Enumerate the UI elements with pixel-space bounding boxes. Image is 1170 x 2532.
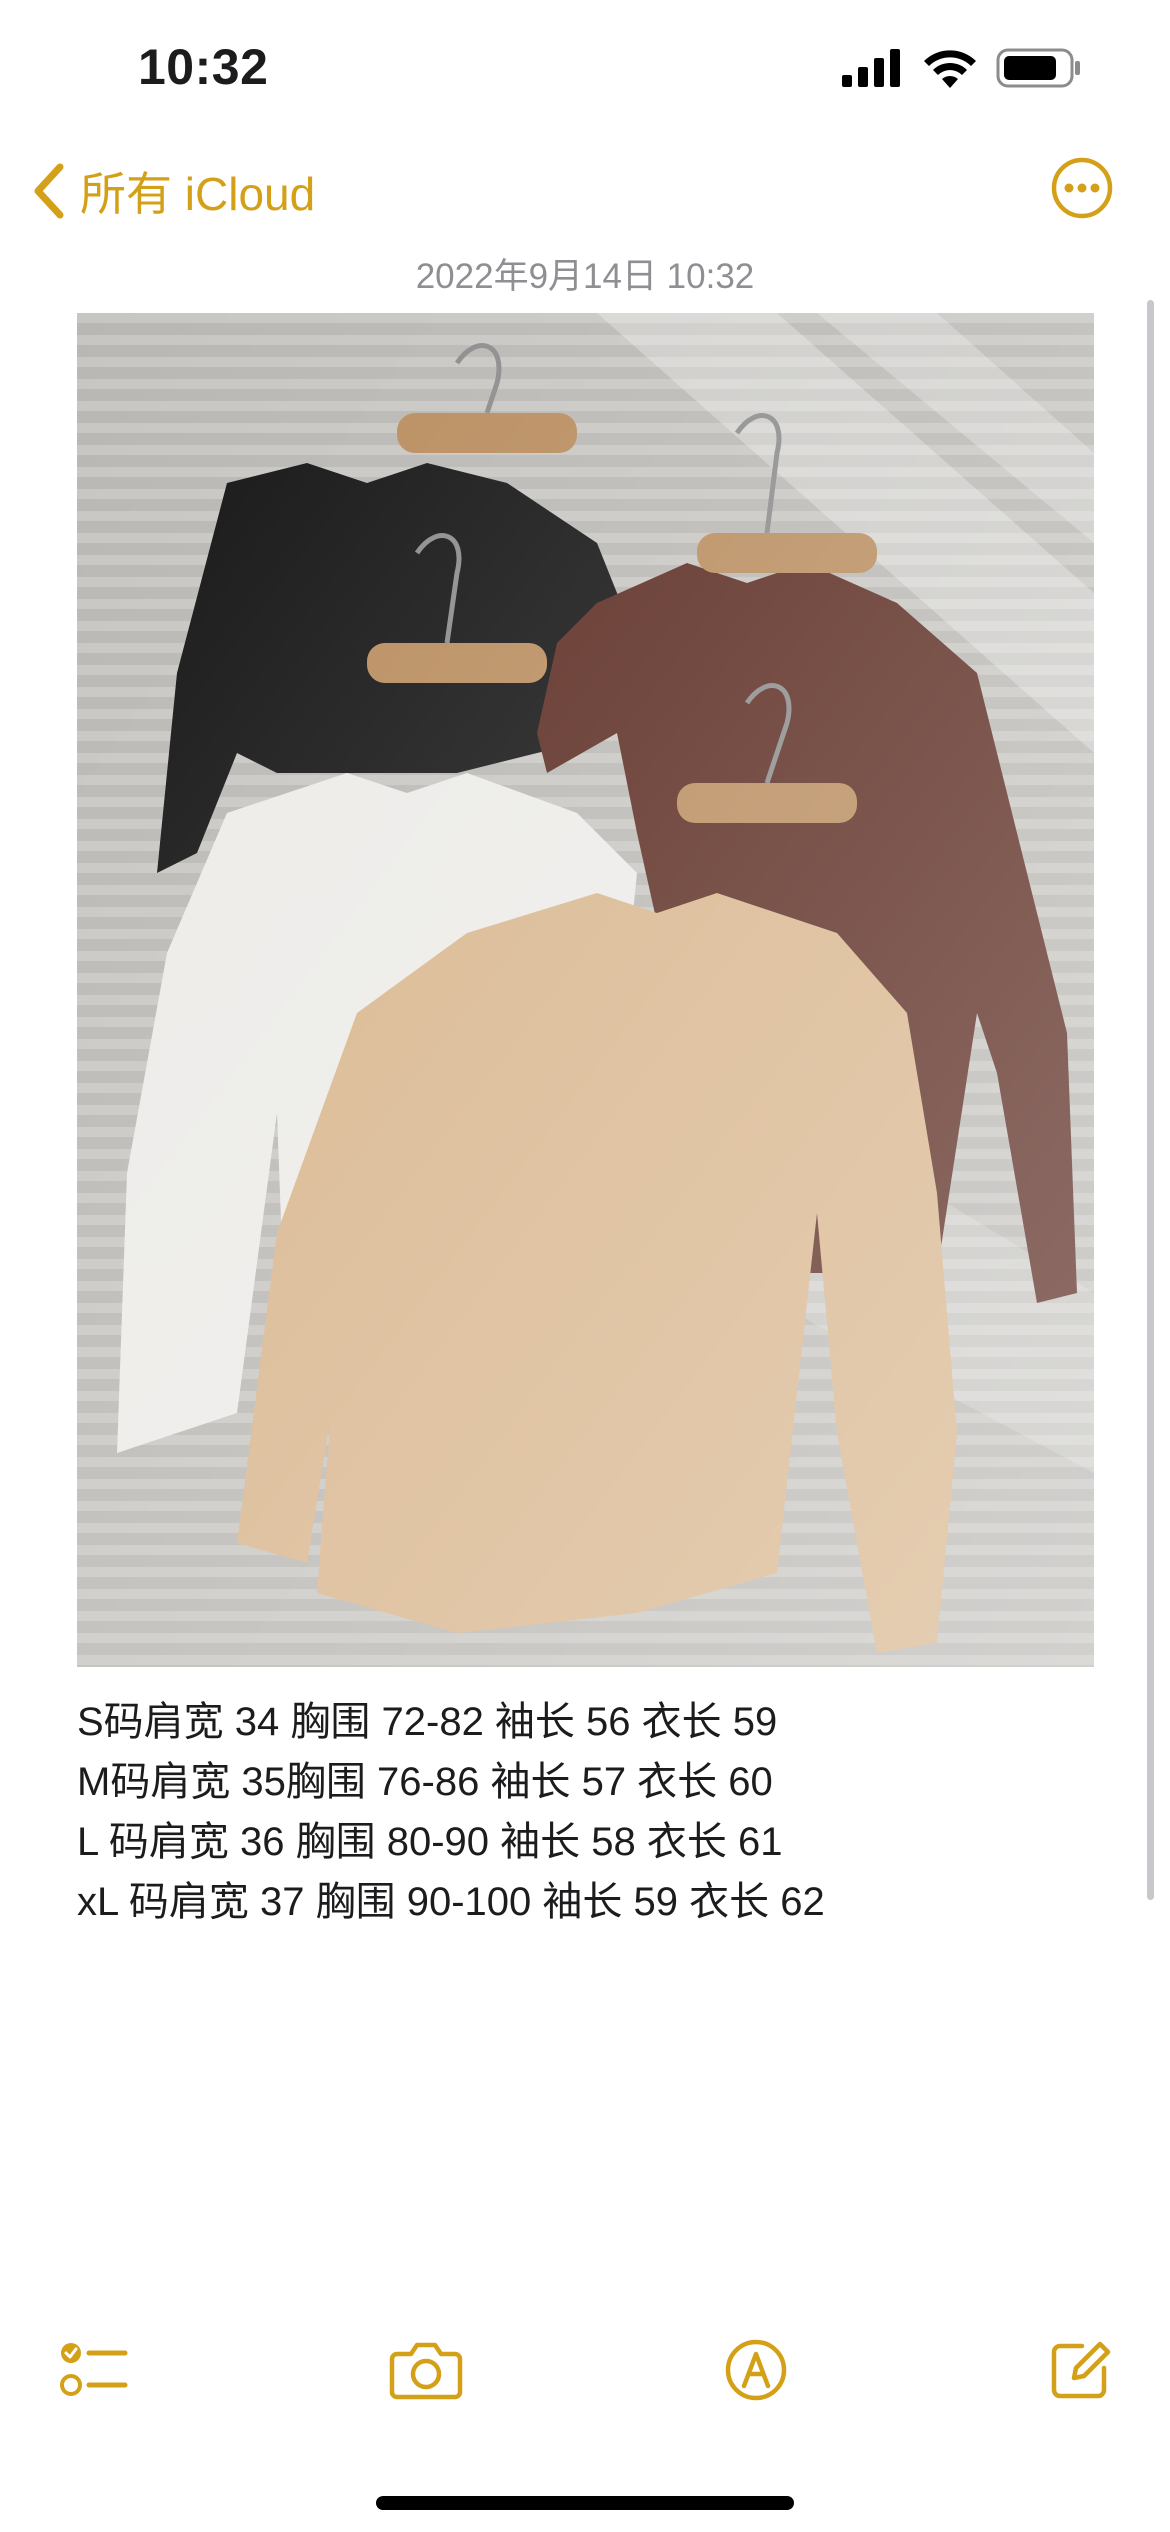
- camera-icon: [389, 2342, 463, 2400]
- back-button[interactable]: 所有 iCloud: [32, 158, 315, 224]
- size-line-s: S码肩宽 34 胸围 72-82 袖长 56 衣长 59: [77, 1700, 778, 1744]
- checklist-icon: [60, 2343, 128, 2396]
- nav-bar: 所有 iCloud: [0, 150, 1170, 230]
- size-line-l: L 码肩宽 36 胸围 80-90 袖长 58 衣长 61: [77, 1820, 783, 1864]
- compose-icon: [1051, 2341, 1111, 2399]
- bottom-toolbar: [0, 2330, 1170, 2430]
- status-bar: 10:32: [0, 0, 1170, 140]
- home-indicator[interactable]: [376, 2496, 794, 2510]
- camera-button[interactable]: [386, 2330, 466, 2410]
- clothing-photo: [77, 313, 1094, 1667]
- status-time: 10:32: [138, 39, 269, 95]
- checklist-button[interactable]: [54, 2330, 134, 2410]
- chevron-left-icon: [34, 163, 64, 219]
- cellular-signal-icon: [842, 49, 900, 87]
- note-body[interactable]: S码肩宽 34 胸围 72-82 袖长 56 衣长 59 M码肩宽 35胸围 7…: [77, 1692, 1077, 1932]
- compose-button[interactable]: [1040, 2330, 1120, 2410]
- battery-icon: [996, 48, 1080, 88]
- scroll-indicator[interactable]: [1147, 300, 1154, 1900]
- back-label: 所有 iCloud: [80, 168, 316, 220]
- ellipsis-circle-icon: [1051, 157, 1113, 219]
- size-line-xl: xL 码肩宽 37 胸围 90-100 袖长 59 衣长 62: [77, 1880, 825, 1924]
- size-line-m: M码肩宽 35胸围 76-86 袖长 57 衣长 60: [77, 1760, 773, 1804]
- more-button[interactable]: [1050, 156, 1114, 220]
- wifi-icon: [924, 50, 976, 88]
- markup-pen-icon: [725, 2339, 787, 2401]
- markup-button[interactable]: [716, 2330, 796, 2410]
- status-icons: [842, 48, 1082, 88]
- note-date: 2022年9月14日 10:32: [415, 257, 755, 296]
- note-photo[interactable]: [77, 313, 1094, 1667]
